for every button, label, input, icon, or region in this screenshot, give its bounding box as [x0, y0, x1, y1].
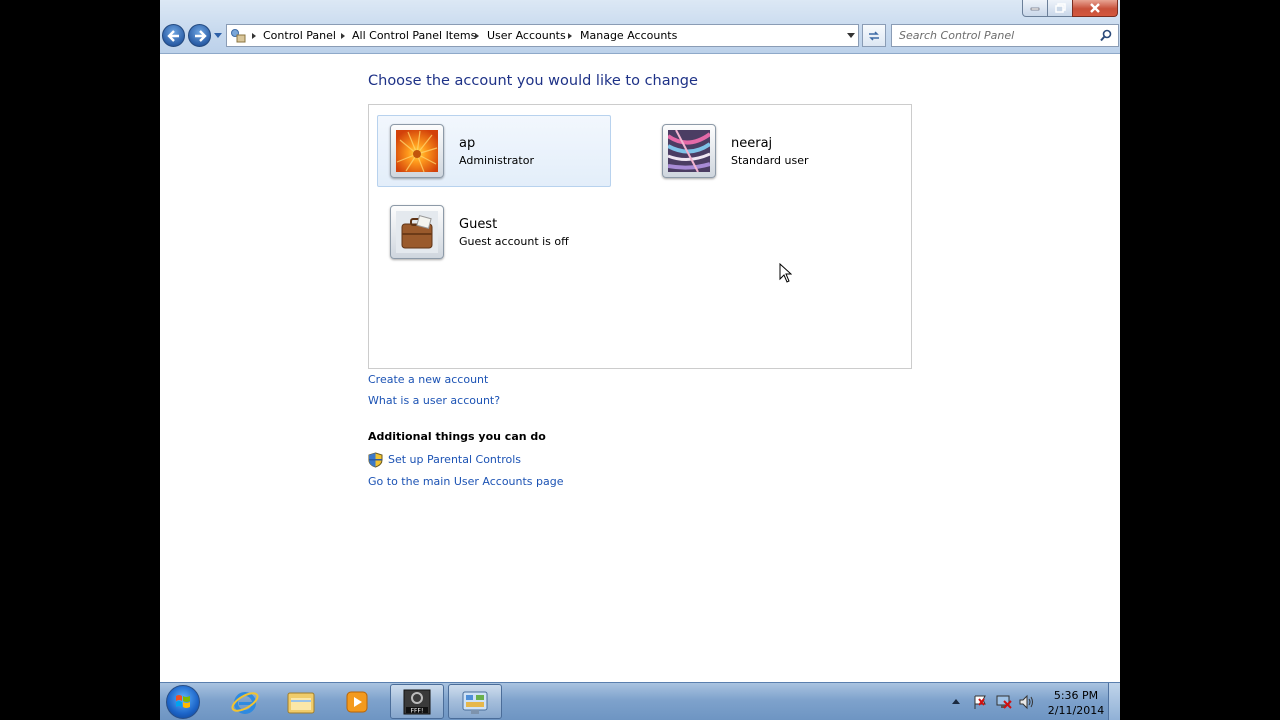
account-name: ap — [459, 136, 476, 151]
tray-clock[interactable]: 5:36 PM 2/11/2014 — [1040, 688, 1112, 718]
parental-controls-link[interactable]: Set up Parental Controls — [388, 453, 521, 466]
show-desktop-button[interactable] — [1108, 683, 1120, 720]
recent-pages-chevron-icon[interactable] — [213, 31, 223, 41]
media-player-icon — [346, 691, 368, 712]
avatar — [390, 124, 444, 178]
breadcrumb-arrow-icon — [341, 33, 345, 39]
minimize-icon — [1030, 7, 1040, 11]
refresh-button[interactable] — [862, 24, 886, 47]
network-disconnected-icon[interactable] — [995, 694, 1013, 710]
taskbar-media-player[interactable] — [330, 684, 384, 719]
avatar — [662, 124, 716, 178]
breadcrumb-user-accounts[interactable]: User Accounts — [487, 29, 566, 42]
breadcrumb-manage-accounts[interactable]: Manage Accounts — [580, 29, 677, 42]
back-arrow-icon — [166, 29, 179, 42]
account-guest[interactable]: Guest Guest account is off — [377, 196, 611, 268]
search-input[interactable] — [892, 25, 1099, 46]
breadcrumb-arrow-icon — [475, 33, 479, 39]
back-button[interactable] — [162, 24, 185, 47]
address-dropdown-icon[interactable] — [847, 33, 855, 38]
abstract-lines-avatar-icon — [668, 130, 710, 172]
search-icon[interactable] — [1100, 29, 1113, 42]
restore-icon — [1054, 3, 1066, 13]
restore-button[interactable] — [1047, 0, 1073, 17]
screen: Control Panel All Control Panel Items Us… — [160, 0, 1120, 720]
control-panel-icon — [231, 29, 246, 43]
breadcrumb-arrow-icon — [252, 33, 256, 39]
main-user-accounts-link[interactable]: Go to the main User Accounts page — [368, 475, 564, 488]
account-name: Guest — [459, 217, 498, 232]
svg-text:FFF!: FFF! — [411, 707, 424, 714]
taskbar: FFF! 5:36 PM 2/11/2014 — [160, 682, 1120, 720]
close-button[interactable] — [1072, 0, 1118, 17]
taskbar-fff-app[interactable]: FFF! — [390, 684, 444, 719]
clock-time: 5:36 PM — [1053, 689, 1099, 702]
internet-explorer-icon — [231, 691, 259, 714]
action-center-flag-icon[interactable] — [972, 694, 988, 710]
account-ap[interactable]: ap Administrator — [377, 115, 611, 187]
uac-shield-icon — [368, 452, 383, 468]
control-panel-taskbar-icon — [462, 691, 488, 714]
address-bar[interactable]: Control Panel All Control Panel Items Us… — [226, 24, 859, 47]
windows-logo-icon — [176, 695, 190, 708]
taskbar-windows-explorer[interactable] — [274, 684, 328, 719]
suitcase-avatar-icon — [396, 211, 438, 253]
orange-flower-avatar-icon — [396, 130, 438, 172]
forward-button[interactable] — [188, 24, 211, 47]
refresh-icon — [869, 30, 879, 41]
breadcrumb-arrow-icon — [568, 33, 572, 39]
taskbar-control-panel[interactable] — [448, 684, 502, 719]
account-type: Guest account is off — [459, 235, 569, 248]
clock-date: 2/11/2014 — [1047, 704, 1105, 717]
additional-heading: Additional things you can do — [368, 430, 546, 443]
page-title: Choose the account you would like to cha… — [368, 73, 698, 89]
start-button[interactable] — [166, 685, 200, 719]
account-type: Administrator — [459, 154, 534, 167]
what-is-account-link[interactable]: What is a user account? — [368, 394, 500, 407]
window-chrome: Control Panel All Control Panel Items Us… — [160, 0, 1120, 54]
account-name: neeraj — [731, 136, 773, 151]
create-account-link[interactable]: Create a new account — [368, 373, 488, 386]
forward-arrow-icon — [194, 29, 207, 42]
mouse-cursor-icon — [779, 263, 792, 283]
accounts-panel: ap Administrator neeraj Standard user Gu… — [368, 104, 912, 369]
breadcrumb-all-items[interactable]: All Control Panel Items — [352, 29, 476, 42]
volume-icon[interactable] — [1018, 694, 1034, 710]
taskbar-internet-explorer[interactable] — [218, 684, 272, 719]
minimize-button[interactable] — [1022, 0, 1048, 17]
show-hidden-icons-icon[interactable] — [951, 698, 961, 706]
search-box[interactable] — [891, 24, 1119, 47]
avatar — [390, 205, 444, 259]
folder-icon — [287, 692, 315, 713]
breadcrumb-control-panel[interactable]: Control Panel — [263, 29, 336, 42]
account-neeraj[interactable]: neeraj Standard user — [649, 115, 883, 187]
fff-app-icon: FFF! — [403, 689, 431, 714]
account-type: Standard user — [731, 154, 809, 167]
close-icon — [1090, 3, 1100, 13]
